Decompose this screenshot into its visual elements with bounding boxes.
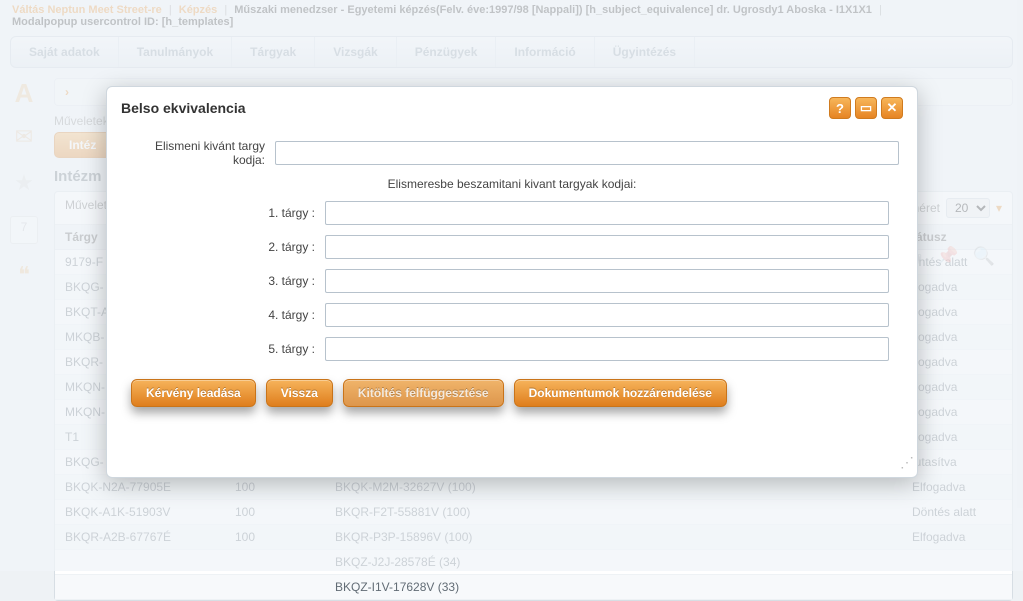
targy-1-label: 1. tárgy :	[225, 206, 325, 220]
submit-request-button[interactable]: Kérvény leadása	[131, 379, 256, 407]
cell: BKQZ-I1V-17628V (33)	[325, 575, 902, 599]
equivalence-modal: Belso ekvivalencia ? ▭ ✕ Elismeni kivánt…	[106, 86, 918, 478]
resize-grip[interactable]: ⋰	[900, 454, 911, 471]
targy-3-input[interactable]	[325, 269, 889, 293]
targy-5-label: 5. tárgy :	[225, 342, 325, 356]
targy-2-label: 2. tárgy :	[225, 240, 325, 254]
targy-1-input[interactable]	[325, 201, 889, 225]
back-button[interactable]: Vissza	[266, 379, 333, 407]
main-code-input[interactable]	[275, 141, 899, 165]
sub-section-title: Elismeresbe beszamitani kivant targyak k…	[125, 177, 899, 191]
modal-title: Belso ekvivalencia	[121, 100, 246, 116]
modal-header: Belso ekvivalencia ? ▭ ✕	[107, 87, 917, 123]
targy-3-label: 3. tárgy :	[225, 274, 325, 288]
attach-documents-button[interactable]: Dokumentumok hozzárendelése	[514, 379, 727, 407]
maximize-button[interactable]: ▭	[855, 97, 877, 119]
cell	[902, 575, 1012, 599]
help-button[interactable]: ?	[829, 97, 851, 119]
close-button[interactable]: ✕	[881, 97, 903, 119]
main-code-label: Elismeni kivánt targy kodja:	[125, 139, 275, 167]
cell	[55, 575, 225, 599]
suspend-button[interactable]: Kitöltés felfüggesztése	[343, 379, 504, 407]
table-row[interactable]: BKQZ-I1V-17628V (33)	[55, 575, 1012, 600]
targy-2-input[interactable]	[325, 235, 889, 259]
targy-5-input[interactable]	[325, 337, 889, 361]
targy-4-input[interactable]	[325, 303, 889, 327]
targy-4-label: 4. tárgy :	[225, 308, 325, 322]
cell	[225, 575, 325, 599]
